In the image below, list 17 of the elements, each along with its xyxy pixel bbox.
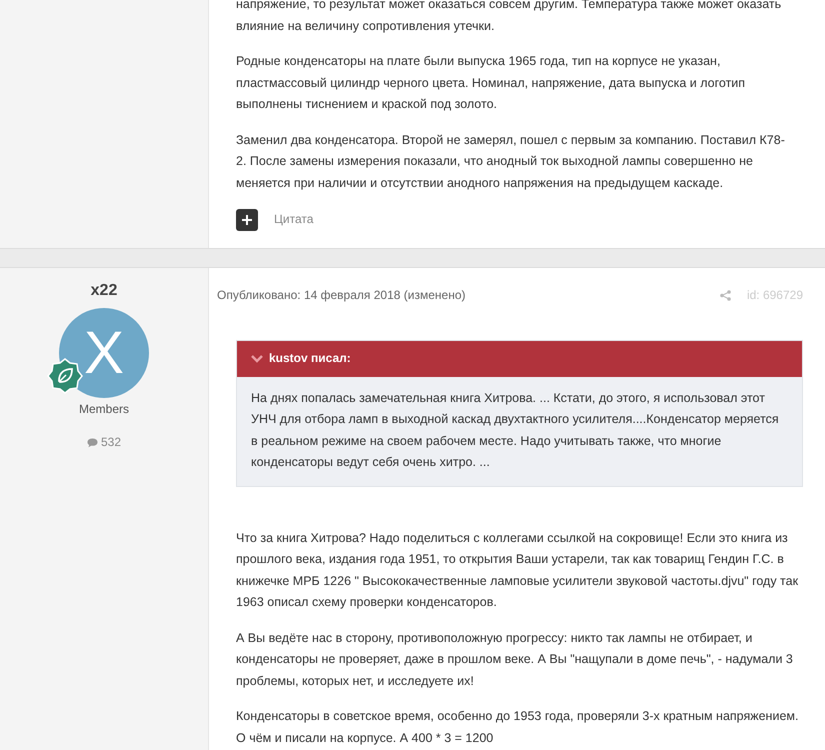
chevron-icon [251, 354, 263, 362]
post-paragraph: Родные конденсаторы на плате были выпуска 1965 года, тип на корпусе не указан, пластмассовый цилиндр черного цвета. Номинал, напряжение, дата выпуска и логотип выполнены тиснением и краской под золото. [236, 53, 746, 113]
post-paragraph: А Вы ведёте нас в сторону, противоположную прогрессу: никто так лампы не отбирает, и конденсаторы не проверяет, даже в прошлом веке. А Вы "нащупали в доме печь", - надумали 3 проблемы, которых нет, и исследуете их! [236, 630, 794, 690]
multiquote-button[interactable] [236, 209, 258, 231]
post-paragraph: Конденсаторы в советское время, особенно до 1953 года, проверяли 3-х кратным напряжением. О чём и писали на корпусе. А 400 * 3 = 1200 [236, 708, 800, 747]
member-group: Members [78, 398, 129, 420]
author-name[interactable]: x22 [90, 280, 118, 302]
speech-bubble-icon [86, 438, 98, 448]
post-paragraph: Заменил два конденсатора. Второй не замерял, пошел с первым за компанию. Поставил К78-2. После замены измерения показали, что анодный ток выходной лампы совершенно не меняется при наличии и отсутствии анодного напряжения на предыдущем каскаде. [236, 132, 786, 192]
leaf-badge-icon [47, 358, 83, 394]
post-count: 532 [100, 434, 122, 451]
post-paragraph: Что за книга Хитрова? Надо поделиться с коллегами ссылкой на сокровище! Если это книга из прошлого века, издания года 1951, то открытия Ваши устарели, так как товарищ Гендин Г.С. в книжечке МРБ 1226 " Высококачественные ламповые усилители звуковой частоты.djvu" году так 1963 описал схему проверки конденсаторов. [236, 530, 800, 611]
quote-link[interactable]: Цитата [274, 209, 314, 231]
quote-header[interactable]: kustov писал: [237, 340, 802, 376]
post-date: Опубликовано: 14 февраля 2018 (изменено) [217, 287, 466, 304]
quote-text: На днях попалась замечательная книга Хитрова. ... Кстати, до этого, я использовал этот УНЧ для отбора ламп в выходной каскад двухтактного усилителя....Конденсатор меряется в реальном режиме на своем рабочем месте. Надо учитывать также, что многие конденсаторы ведут себя очень хитро. ... [251, 390, 780, 471]
plus-icon [242, 215, 252, 225]
